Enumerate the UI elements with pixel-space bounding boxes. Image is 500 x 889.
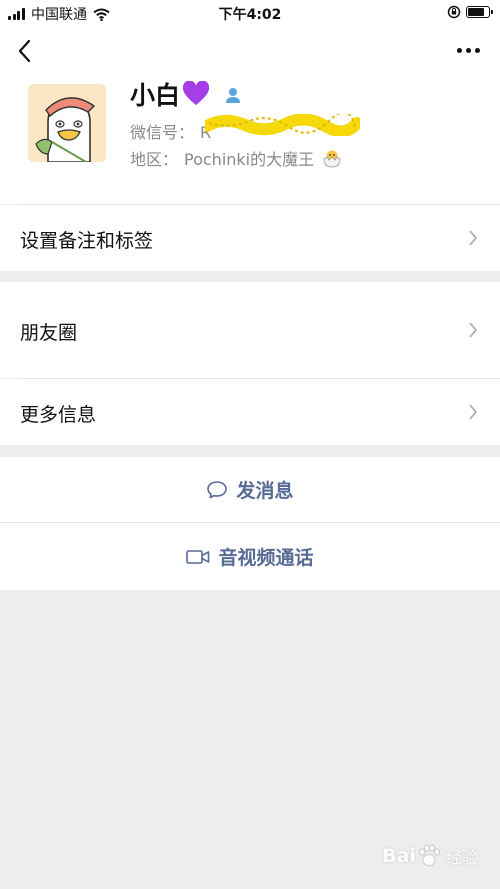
rotation-lock-icon (447, 5, 461, 19)
moments-label: 朋友圈 (20, 322, 78, 344)
person-icon (226, 88, 241, 103)
send-message-button[interactable]: 发消息 (0, 457, 500, 522)
wechat-id-row: 微信号： R (130, 119, 211, 143)
send-message-label: 发消息 (236, 480, 294, 502)
region-row: 地区： Pochinki的大魔王 (130, 146, 342, 170)
moments-item[interactable]: 朋友圈 (0, 282, 500, 378)
hatching-chick-icon (323, 150, 341, 168)
video-call-button[interactable]: 音视频通话 (0, 523, 500, 590)
nav-bar (0, 26, 500, 76)
chevron-right-icon (469, 404, 478, 420)
region-label: 地区： (130, 150, 179, 169)
redaction-scribble (205, 114, 360, 136)
duck-avatar-icon (28, 84, 106, 162)
avatar[interactable] (28, 84, 106, 162)
region-value: Pochinki的大魔王 (184, 150, 315, 169)
more-info-item[interactable]: 更多信息 (0, 379, 500, 445)
video-camera-icon (186, 549, 210, 564)
profile-header: 小白 微信号： R 地区： Pochinki的大魔王 (0, 76, 500, 204)
nickname-row: 小白 (130, 76, 242, 112)
status-bar: 中国联通 下午4:02 (0, 0, 500, 26)
remark-tags-label: 设置备注和标签 (20, 230, 154, 252)
chevron-right-icon (469, 322, 478, 338)
chat-bubble-icon (207, 480, 228, 498)
nickname: 小白 (130, 81, 181, 110)
remark-tags-item[interactable]: 设置备注和标签 (0, 205, 500, 271)
watermark-brand: Bai (382, 845, 416, 867)
purple-heart-icon (183, 81, 210, 105)
back-icon[interactable] (14, 38, 38, 64)
status-right (447, 5, 493, 19)
wechat-id-label: 微信号： (130, 123, 195, 142)
chevron-right-icon (469, 230, 478, 246)
paw-logo-icon (419, 844, 440, 866)
more-info-label: 更多信息 (20, 404, 97, 426)
watermark-sub: 经验 (445, 848, 478, 867)
battery-icon (466, 6, 493, 18)
status-time: 下午4:02 (218, 7, 282, 23)
more-options-icon[interactable] (453, 48, 480, 53)
baidu-watermark: Bai 经验 (382, 843, 478, 869)
video-call-label: 音视频通话 (218, 547, 314, 569)
